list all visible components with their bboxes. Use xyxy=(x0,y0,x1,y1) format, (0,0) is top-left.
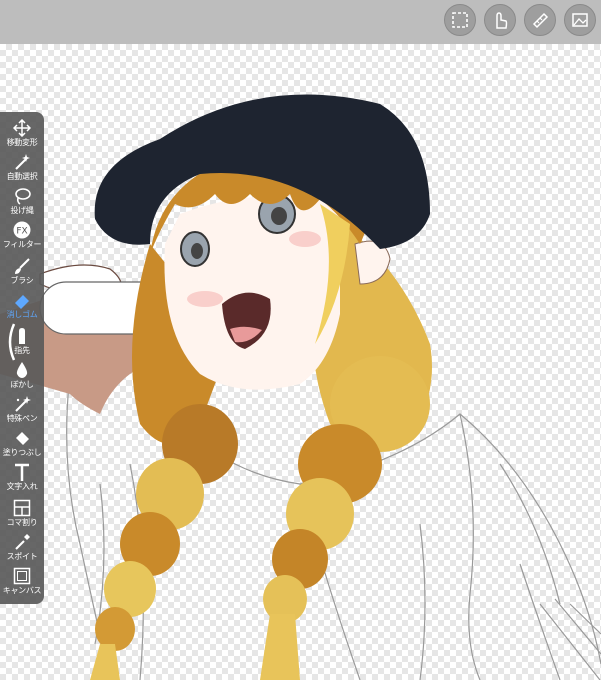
ruler-icon xyxy=(532,12,549,29)
top-bar xyxy=(0,0,601,44)
brush-icon xyxy=(11,256,33,276)
tool-label: 塗りつぶし xyxy=(2,448,42,457)
fx-icon: FX xyxy=(11,220,33,240)
tool-label: スポイト xyxy=(6,552,38,561)
image-layer-icon xyxy=(572,13,588,27)
tool-label: 投げ縄 xyxy=(10,206,34,215)
ruler-button[interactable] xyxy=(524,4,556,36)
hand-pointer-icon xyxy=(496,12,508,29)
tool-label: ぼかし xyxy=(10,380,34,389)
canvas-icon xyxy=(11,566,33,586)
selection-button[interactable] xyxy=(444,4,476,36)
tool-label: 自動選択 xyxy=(6,172,38,181)
magic-wand-icon xyxy=(11,152,33,172)
tool-eyedropper[interactable]: スポイト xyxy=(0,532,44,570)
tool-label: 文字入れ xyxy=(6,482,38,491)
move-arrows-icon xyxy=(11,118,33,138)
tool-blur[interactable]: ぼかし xyxy=(0,360,44,398)
panel-collapse-handle[interactable] xyxy=(2,322,20,362)
tool-panel[interactable]: コマ割り xyxy=(0,498,44,536)
text-T-icon xyxy=(11,462,33,482)
tool-label: フィルター xyxy=(2,240,42,249)
eraser-icon xyxy=(11,290,33,310)
tool-label: 特殊ペン xyxy=(6,414,38,423)
tool-label: 移動変形 xyxy=(6,138,38,147)
eyedropper-icon xyxy=(11,532,33,552)
tool-fill[interactable]: 塗りつぶし xyxy=(0,428,44,466)
tool-canvas[interactable]: キャンバス xyxy=(0,566,44,604)
tool-label: コマ割り xyxy=(6,518,38,527)
tool-brush[interactable]: ブラシ xyxy=(0,256,44,294)
tool-special-pen[interactable]: 特殊ペン xyxy=(0,394,44,432)
tool-text[interactable]: 文字入れ xyxy=(0,462,44,500)
tool-label: ブラシ xyxy=(10,276,34,285)
svg-text:FX: FX xyxy=(16,227,27,237)
tool-label: 消しゴム xyxy=(6,310,38,319)
tool-filter[interactable]: FX フィルター xyxy=(0,220,44,258)
drawing-canvas[interactable] xyxy=(0,44,601,680)
panel-divide-icon xyxy=(11,498,33,518)
tool-label: キャンバス xyxy=(2,586,42,595)
dashed-square-icon xyxy=(452,12,468,28)
tool-auto-select[interactable]: 自動選択 xyxy=(0,152,44,190)
layer-button[interactable] xyxy=(564,4,596,36)
lasso-icon xyxy=(11,186,33,206)
gesture-button[interactable] xyxy=(484,4,516,36)
special-pen-icon xyxy=(11,394,33,414)
bucket-fill-icon xyxy=(11,428,33,448)
blur-drop-icon xyxy=(11,360,33,380)
tool-lasso[interactable]: 投げ縄 xyxy=(0,186,44,224)
illustration xyxy=(0,94,601,680)
tool-move[interactable]: 移動変形 xyxy=(0,118,44,156)
